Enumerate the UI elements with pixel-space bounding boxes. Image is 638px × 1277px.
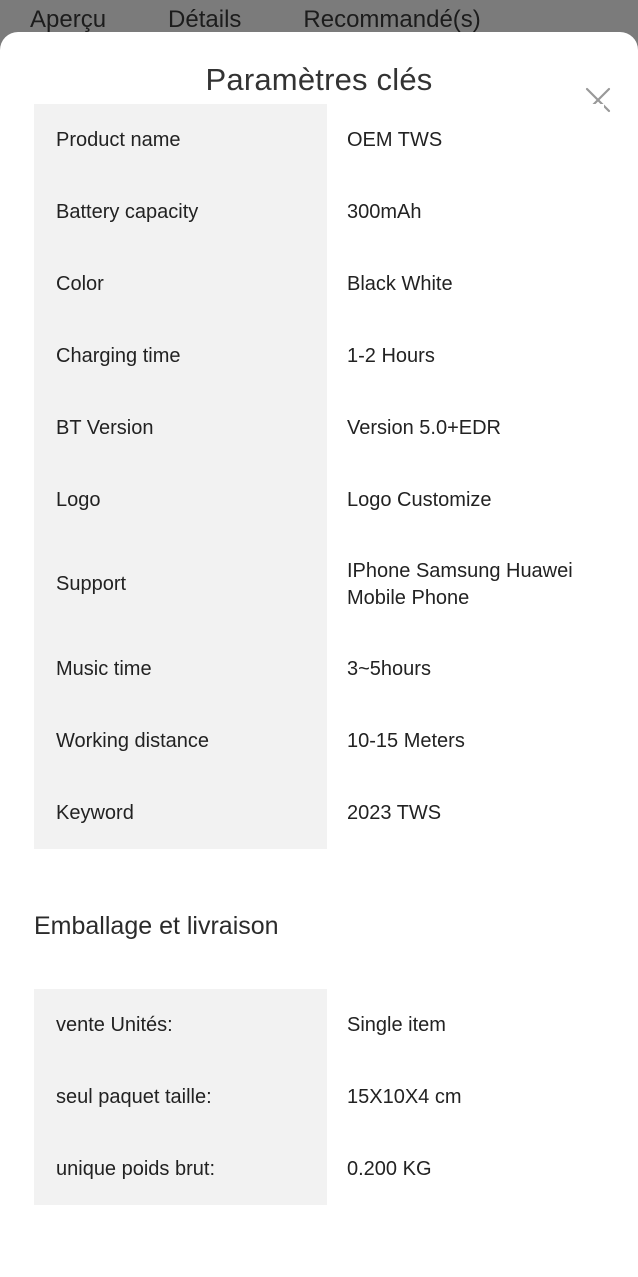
spec-key: Charging time (34, 320, 327, 392)
table-row: Battery capacity 300mAh (34, 176, 604, 248)
table-row: Keyword 2023 TWS (34, 777, 604, 849)
spec-key: BT Version (34, 392, 327, 464)
spec-value: 3~5hours (327, 633, 604, 705)
table-row: Product name OEM TWS (34, 104, 604, 176)
table-row: Working distance 10-15 Meters (34, 705, 604, 777)
spec-key: Battery capacity (34, 176, 327, 248)
spec-value: OEM TWS (327, 104, 604, 176)
spec-key: Music time (34, 633, 327, 705)
spec-value: 300mAh (327, 176, 604, 248)
spec-key: seul paquet taille: (34, 1061, 327, 1133)
spec-key: Working distance (34, 705, 327, 777)
table-row: vente Unités: Single item (34, 989, 604, 1061)
spec-key: vente Unités: (34, 989, 327, 1061)
spec-key: Product name (34, 104, 327, 176)
packaging-section-heading: Emballage et livraison (34, 912, 279, 940)
spec-value: Single item (327, 989, 604, 1061)
spec-value: 10-15 Meters (327, 705, 604, 777)
spec-key: Support (34, 536, 327, 633)
spec-value: 1-2 Hours (327, 320, 604, 392)
spec-key: Keyword (34, 777, 327, 849)
packaging-table-wrap: vente Unités: Single item seul paquet ta… (34, 989, 604, 1205)
table-row: Logo Logo Customize (34, 464, 604, 536)
spec-value: 2023 TWS (327, 777, 604, 849)
modal-title: Paramètres clés (205, 62, 433, 97)
table-row: unique poids brut: 0.200 KG (34, 1133, 604, 1205)
table-row: Charging time 1-2 Hours (34, 320, 604, 392)
packaging-table: vente Unités: Single item seul paquet ta… (34, 989, 604, 1205)
table-row: BT Version Version 5.0+EDR (34, 392, 604, 464)
table-row: Music time 3~5hours (34, 633, 604, 705)
spec-value: 15X10X4 cm (327, 1061, 604, 1133)
key-specs-table: Product name OEM TWS Battery capacity 30… (34, 104, 604, 849)
key-parameters-modal: Paramètres clés Product name OEM TWS Bat… (0, 32, 638, 1277)
table-row: seul paquet taille: 15X10X4 cm (34, 1061, 604, 1133)
key-specs-table-wrap: Product name OEM TWS Battery capacity 30… (34, 104, 604, 849)
table-row: Support IPhone Samsung Huawei Mobile Pho… (34, 536, 604, 633)
spec-value: Version 5.0+EDR (327, 392, 604, 464)
spec-key: Logo (34, 464, 327, 536)
heading-spacer (0, 941, 638, 989)
spec-value: Logo Customize (327, 464, 604, 536)
spec-value: 0.200 KG (327, 1133, 604, 1205)
modal-header: Paramètres clés (0, 32, 638, 113)
spec-value: IPhone Samsung Huawei Mobile Phone (327, 536, 604, 633)
spec-key: unique poids brut: (34, 1133, 327, 1205)
spec-value: Black White (327, 248, 604, 320)
table-row: Color Black White (34, 248, 604, 320)
spec-key: Color (34, 248, 327, 320)
